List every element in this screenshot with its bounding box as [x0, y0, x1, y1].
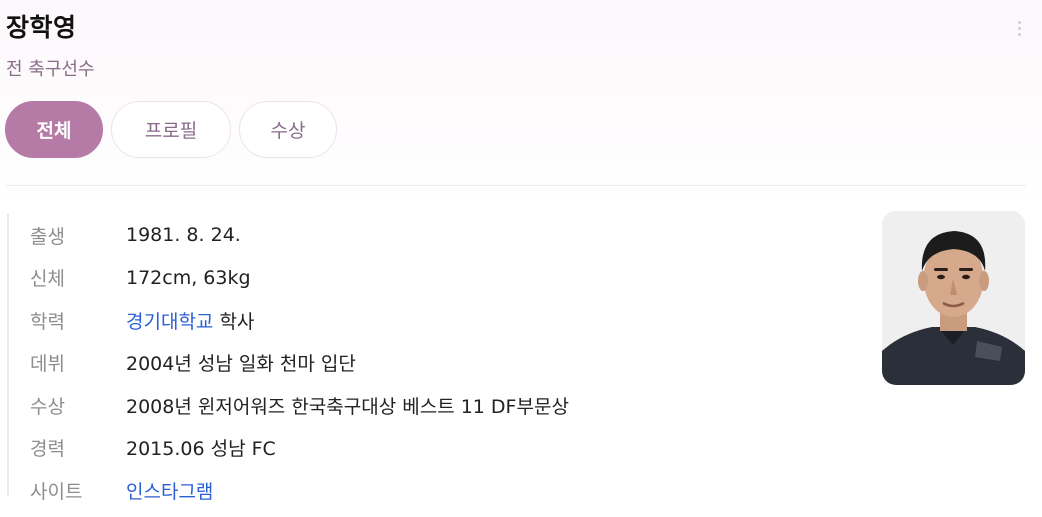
info-label: 신체	[30, 268, 65, 291]
tab-profile[interactable]: 프로필	[111, 101, 231, 158]
info-list: 출생 1981. 8. 24. 신체 172cm, 63kg 학력 경기대학교 …	[30, 214, 850, 512]
info-value: 2015.06 성남 FC	[126, 438, 276, 461]
info-row-career: 경력 2015.06 성남 FC	[30, 427, 850, 470]
info-label: 데뷔	[30, 353, 65, 376]
info-label: 경력	[30, 438, 65, 461]
info-label: 학력	[30, 310, 65, 333]
info-value: 172cm, 63kg	[126, 266, 251, 289]
info-row-body: 신체 172cm, 63kg	[30, 257, 850, 300]
info-label: 출생	[30, 225, 65, 248]
info-row-education: 학력 경기대학교 학사	[30, 299, 850, 342]
education-link[interactable]: 경기대학교	[126, 311, 213, 333]
info-value: 1981. 8. 24.	[126, 224, 241, 247]
tab-all[interactable]: 전체	[5, 101, 103, 158]
info-label: 수상	[30, 395, 65, 418]
more-vertical-icon[interactable]	[1012, 14, 1026, 42]
profile-photo[interactable]	[882, 211, 1025, 385]
player-portrait-image	[882, 211, 1025, 385]
site-link[interactable]: 인스타그램	[126, 477, 213, 504]
info-accent-bar	[7, 214, 9, 496]
profile-role: 전 축구선수	[6, 59, 95, 80]
info-label: 사이트	[30, 480, 83, 503]
info-row-award: 수상 2008년 윈저어워즈 한국축구대상 베스트 11 DF부문상	[30, 384, 850, 427]
info-value: 경기대학교 학사	[126, 307, 254, 334]
tab-bar: 전체 프로필 수상	[5, 101, 337, 158]
profile-name: 장학영	[6, 13, 77, 42]
profile-card: 장학영 전 축구선수 전체 프로필 수상 출생 1981. 8. 24. 신체 …	[0, 0, 1042, 517]
info-row-birth: 출생 1981. 8. 24.	[30, 214, 850, 257]
education-suffix: 학사	[213, 310, 255, 333]
info-row-debut: 데뷔 2004년 성남 일화 천마 입단	[30, 342, 850, 385]
divider	[6, 185, 1026, 186]
info-value: 2004년 성남 일화 천마 입단	[126, 353, 356, 376]
info-row-site: 사이트 인스타그램	[30, 469, 850, 512]
tab-awards[interactable]: 수상	[239, 101, 337, 158]
info-value: 2008년 윈저어워즈 한국축구대상 베스트 11 DF부문상	[126, 395, 569, 418]
